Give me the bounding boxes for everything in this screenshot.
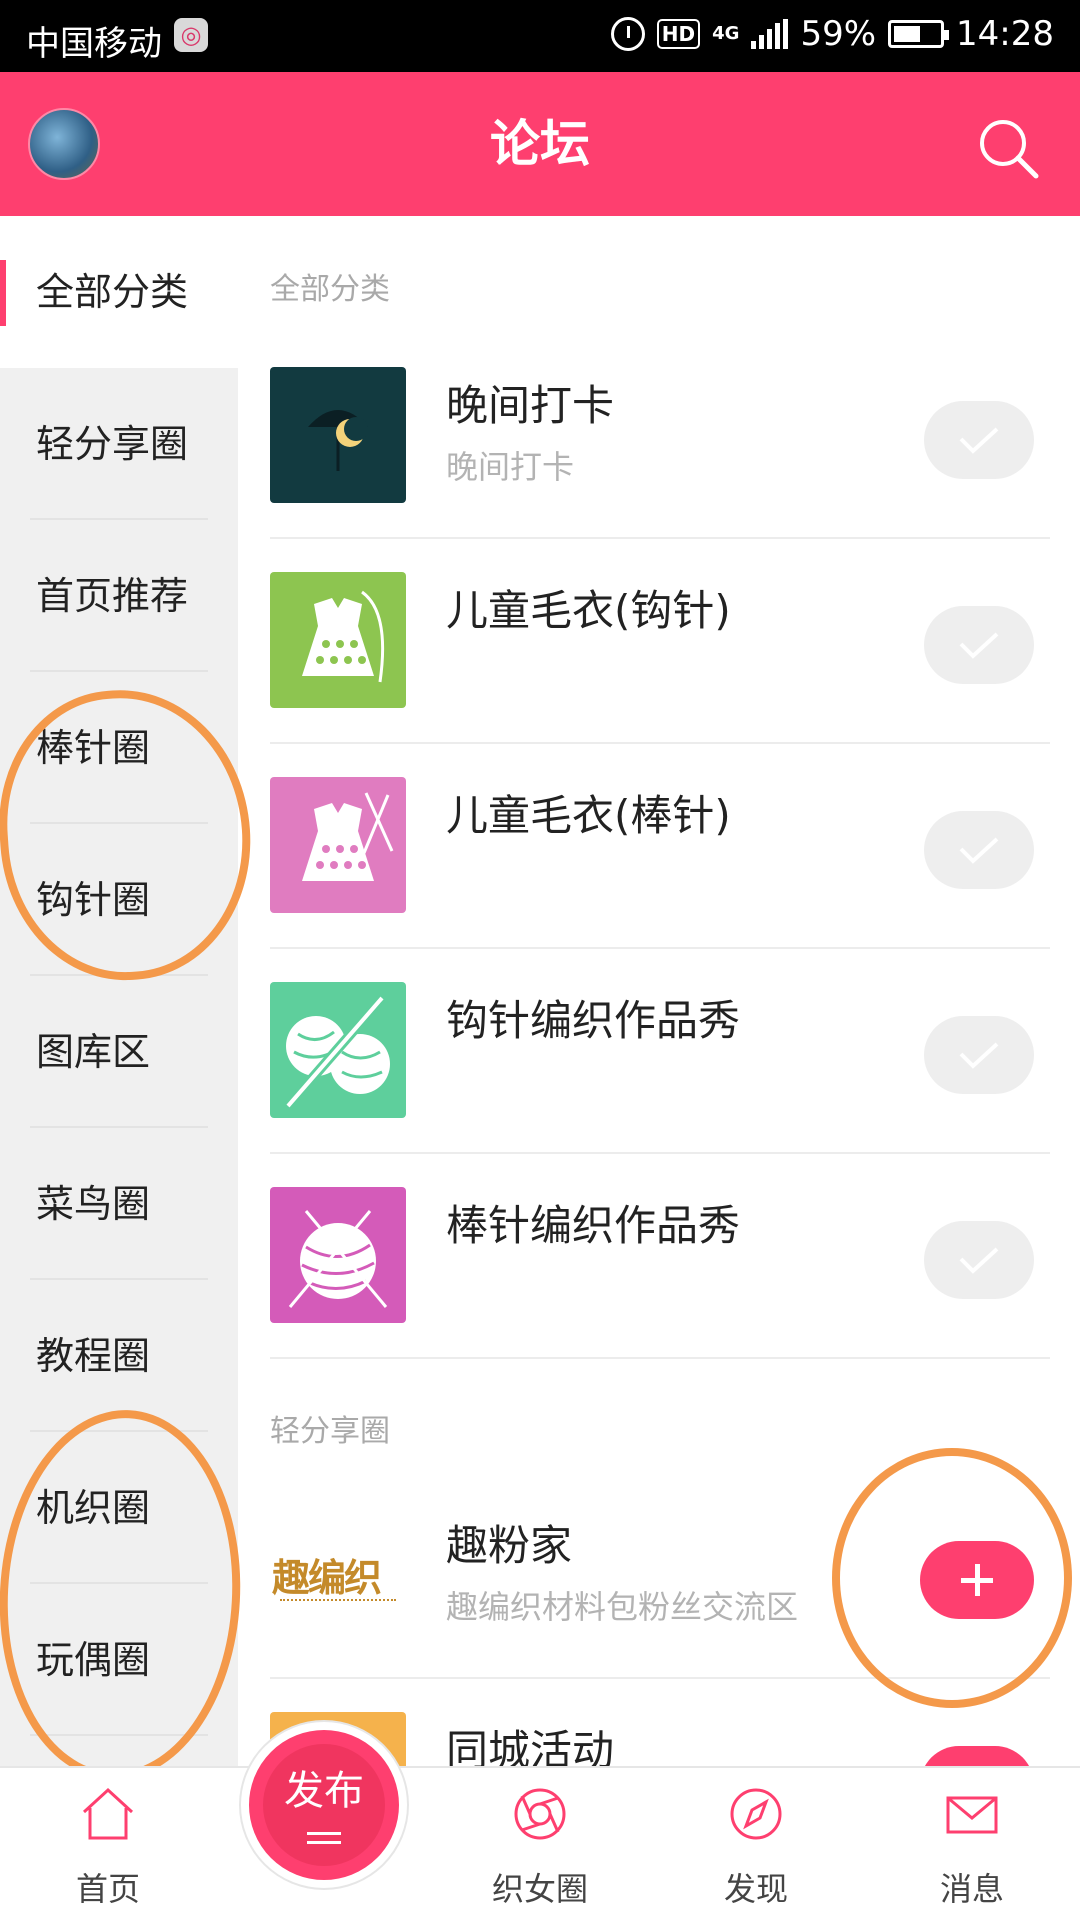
section-title: 全部分类 xyxy=(270,272,390,307)
sidebar-item-label: 首页推荐 xyxy=(36,574,189,618)
list-item[interactable]: 儿童毛衣(钩针) xyxy=(238,539,1080,744)
thumbnail-night-checkin xyxy=(270,367,406,503)
divider xyxy=(270,1357,1050,1359)
aperture-icon xyxy=(514,1788,566,1840)
alarm-icon xyxy=(610,17,645,51)
forum-name: 儿童毛衣(钩针) xyxy=(446,586,731,635)
sidebar-item-label: 菜鸟圈 xyxy=(36,1182,151,1226)
check-icon xyxy=(959,427,999,454)
thumbnail-crochet-showcase xyxy=(270,982,406,1118)
tab-circle[interactable]: 织女圈 xyxy=(432,1768,648,1920)
logo-text: 趣编织 xyxy=(272,1556,382,1600)
sidebar-item-label: 教程圈 xyxy=(36,1334,151,1378)
thumbnail-knit-showcase xyxy=(270,1187,406,1323)
forum-subtitle: 晚间打卡 xyxy=(446,448,575,486)
joined-check-button[interactable] xyxy=(924,401,1034,479)
check-icon xyxy=(959,632,999,659)
bottom-tab-bar: 首页 织女圈 发现 消息 xyxy=(0,1766,1080,1920)
publish-label: 发布 xyxy=(284,1768,364,1814)
mail-icon xyxy=(946,1796,998,1834)
page-title: 论坛 xyxy=(490,115,590,173)
compass-icon xyxy=(730,1788,782,1840)
sidebar-item-all[interactable]: 全部分类 xyxy=(0,216,238,368)
joined-check-button[interactable] xyxy=(924,811,1034,889)
forum-name: 儿童毛衣(棒针) xyxy=(446,791,731,840)
check-icon xyxy=(959,1247,999,1274)
status-indicators: HD 4G 59% 14:28 xyxy=(610,14,1054,54)
joined-check-button[interactable] xyxy=(924,1221,1034,1299)
tab-label: 织女圈 xyxy=(491,1870,588,1908)
tab-messages[interactable]: 消息 xyxy=(864,1768,1080,1920)
forum-subtitle: 趣编织材料包粉丝交流区 xyxy=(446,1588,799,1626)
check-icon xyxy=(959,837,999,864)
forum-name: 钩针编织作品秀 xyxy=(446,996,741,1045)
clock: 14:28 xyxy=(956,14,1054,54)
tab-discover[interactable]: 发现 xyxy=(648,1768,864,1920)
search-icon[interactable] xyxy=(976,116,1040,180)
network-type: 4G xyxy=(712,23,740,44)
forum-name: 同城活动 xyxy=(446,1726,615,1766)
tab-label: 消息 xyxy=(939,1870,1004,1908)
sidebar-item-label: 轻分享圈 xyxy=(36,422,189,466)
battery-icon xyxy=(888,20,950,48)
list-item[interactable]: 儿童毛衣(棒针) xyxy=(238,744,1080,949)
app-screen: 中国移动 ◎ HD 4G 59% 14:28 论坛 全部分类 轻分享圈 首页推荐… xyxy=(0,0,1080,1920)
section-title: 轻分享圈 xyxy=(270,1414,390,1449)
sidebar-item-label: 图库区 xyxy=(36,1030,151,1074)
tab-label: 首页 xyxy=(75,1870,140,1908)
list-item[interactable]: 棒针编织作品秀 xyxy=(238,1154,1080,1359)
menu-icon xyxy=(307,1832,341,1844)
thumbnail-kids-sweater-knit xyxy=(270,777,406,913)
home-icon xyxy=(82,1787,134,1840)
sidebar-item-label: 全部分类 xyxy=(36,270,189,314)
carrier-name: 中国移动 xyxy=(26,24,162,64)
thumbnail-kids-sweater-crochet xyxy=(270,572,406,708)
carrier-app-icon: ◎ xyxy=(174,18,208,52)
joined-check-button[interactable] xyxy=(924,606,1034,684)
sidebar-item-light-share[interactable]: 轻分享圈 xyxy=(0,368,238,520)
joined-check-button[interactable] xyxy=(924,1016,1034,1094)
battery-percent: 59% xyxy=(800,14,877,54)
annotation-circle xyxy=(832,1448,1072,1708)
forum-name: 棒针编织作品秀 xyxy=(446,1201,741,1250)
active-indicator xyxy=(0,260,6,326)
hd-icon: HD xyxy=(656,19,701,49)
forum-name: 晚间打卡 xyxy=(446,381,615,430)
check-icon xyxy=(959,1042,999,1069)
app-header: 论坛 xyxy=(0,72,1080,216)
sidebar-item-home-recommend[interactable]: 首页推荐 xyxy=(0,520,238,672)
sidebar-item-tutorial[interactable]: 教程圈 xyxy=(0,1280,238,1432)
list-item[interactable]: 晚间打卡 晚间打卡 xyxy=(238,334,1080,539)
forum-name: 趣粉家 xyxy=(446,1521,573,1570)
sidebar-item-gallery[interactable]: 图库区 xyxy=(0,976,238,1128)
add-button[interactable] xyxy=(920,1746,1034,1766)
status-bar: 中国移动 ◎ HD 4G 59% 14:28 xyxy=(0,0,1080,72)
publish-button[interactable]: 发布 xyxy=(241,1722,407,1888)
tab-label: 发现 xyxy=(723,1870,788,1908)
list-item[interactable]: 钩针编织作品秀 xyxy=(238,949,1080,1154)
thumbnail-qufenjia-logo: 趣编织 xyxy=(270,1507,406,1643)
tab-home[interactable]: 首页 xyxy=(0,1768,216,1920)
signal-icon xyxy=(751,19,789,49)
sidebar-item-beginner[interactable]: 菜鸟圈 xyxy=(0,1128,238,1280)
